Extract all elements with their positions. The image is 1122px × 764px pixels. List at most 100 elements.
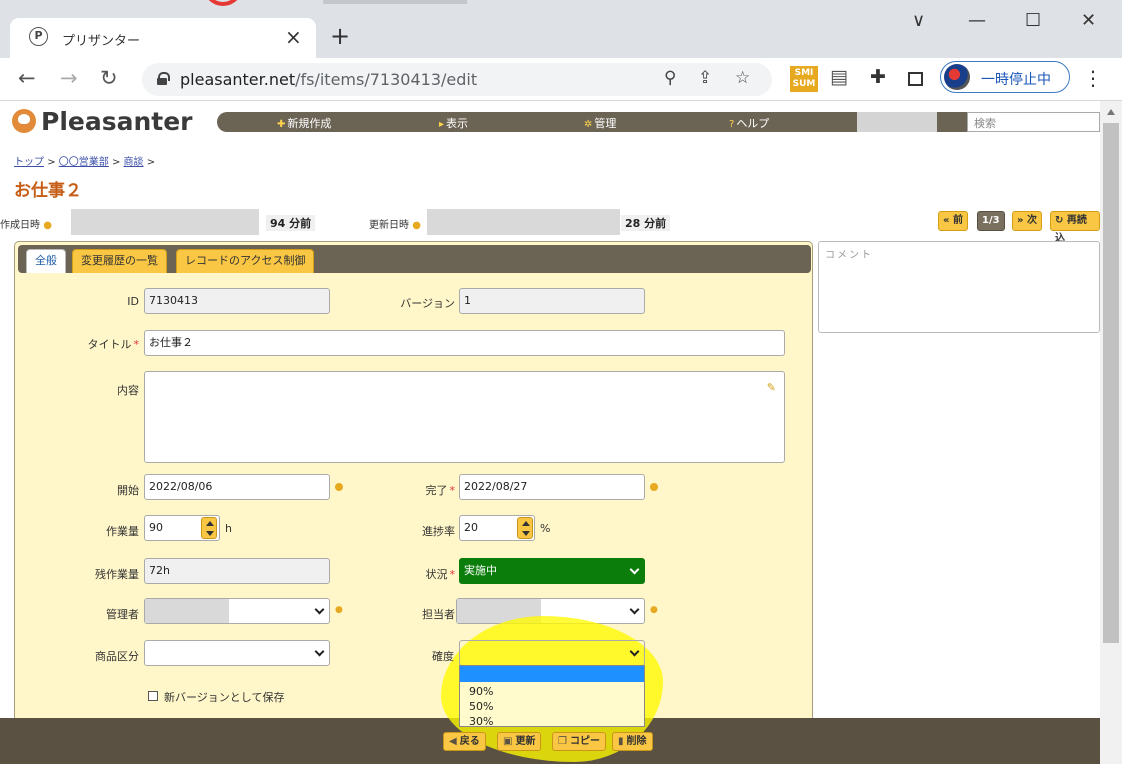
smi-extension-icon[interactable]: SMI SUM — [790, 66, 818, 92]
title-input[interactable]: お仕事２ — [144, 330, 785, 356]
id-field: 7130413 — [144, 288, 330, 314]
certainty-option-90[interactable]: 90% — [460, 685, 644, 699]
certainty-select[interactable] — [459, 640, 645, 666]
maximize-icon[interactable]: ☐ — [1025, 10, 1041, 31]
clock-icon[interactable] — [335, 483, 343, 491]
url-text: pleasanter.net/fs/items/7130413/edit — [180, 70, 478, 89]
title-label: タイトル * — [87, 338, 140, 351]
status-label: 状況 * — [425, 568, 456, 581]
updated-by-redacted — [427, 209, 620, 235]
new-version-label: 新バージョンとして保存 — [164, 691, 285, 704]
menu-view[interactable]: ▸ 表示 — [439, 115, 468, 131]
triangle-icon: ▸ — [439, 119, 445, 130]
delete-button[interactable]: ▮ 削除 — [612, 732, 653, 751]
close-window-icon[interactable]: ✕ — [1081, 10, 1096, 31]
comment-textarea[interactable]: コメント — [818, 241, 1100, 333]
browser-tabstrip: P プリザンター × + ∨ — ☐ ✕ — [0, 0, 1122, 58]
certainty-option-50[interactable]: 50% — [460, 700, 644, 714]
reload-icon[interactable]: ↻ — [100, 66, 118, 90]
bookmark-star-icon[interactable]: ☆ — [735, 68, 750, 88]
work-stepper[interactable] — [201, 517, 217, 539]
share-icon[interactable]: ⇪ — [698, 68, 712, 88]
page-title: お仕事２ — [14, 181, 82, 201]
profile-button[interactable]: 一時停止中 — [940, 61, 1070, 93]
certainty-dropdown-list[interactable]: 90% 50% 30% — [459, 665, 645, 729]
complete-date-input[interactable]: 2022/08/27 — [459, 474, 645, 500]
breadcrumb: トップ > 〇〇営業部 > 商談 > — [14, 157, 156, 168]
menu-user-redacted — [857, 112, 937, 132]
address-bar[interactable]: pleasanter.net/fs/items/7130413/edit ⚲ ⇪… — [142, 63, 772, 96]
back-icon[interactable]: ← — [18, 66, 36, 90]
new-version-checkbox[interactable] — [148, 691, 158, 701]
clock-icon[interactable] — [650, 483, 658, 491]
owner-label: 担当者 — [422, 608, 455, 621]
menu-new[interactable]: ✚ 新規作成 — [277, 115, 331, 131]
scroll-thumb[interactable] — [1103, 123, 1119, 643]
tab-access-control[interactable]: レコードのアクセス制御 — [176, 249, 315, 273]
created-label: 作成日時 ● — [0, 220, 52, 231]
menu-help[interactable]: ? ヘルプ — [729, 115, 769, 131]
user-icon[interactable]: ● — [650, 605, 658, 615]
progress-stepper[interactable] — [517, 517, 533, 539]
search-placeholder: 検索 — [974, 117, 996, 130]
extensions-puzzle-icon[interactable]: ✚ — [870, 66, 886, 88]
record-tabs: 全般 変更履歴の一覧 レコードのアクセス制御 — [18, 245, 811, 273]
work-label: 作業量 — [106, 525, 139, 538]
back-button[interactable]: ◀ 戻る — [443, 732, 486, 751]
copy-button[interactable]: ❐ コピー — [552, 732, 606, 751]
scroll-up-icon[interactable] — [1107, 109, 1115, 115]
body-textarea[interactable]: ✎ — [144, 371, 785, 463]
chevron-down-icon — [629, 564, 640, 575]
close-tab-icon[interactable]: × — [285, 25, 302, 49]
zoom-icon[interactable]: ⚲ — [664, 68, 676, 88]
search-input[interactable]: 検索 — [967, 112, 1100, 132]
status-select[interactable]: 実施中 — [459, 558, 645, 584]
copy-icon: ❐ — [558, 736, 567, 747]
user-icon: ● — [43, 220, 52, 231]
update-button[interactable]: ▣ 更新 — [497, 732, 542, 751]
certainty-label: 確度 — [432, 650, 454, 663]
prev-record-button[interactable]: « 前 — [938, 211, 968, 231]
background-tab-hint — [323, 0, 467, 4]
user-icon[interactable]: ● — [335, 605, 343, 615]
certainty-option-30[interactable]: 30% — [460, 715, 644, 729]
pleasanter-logo[interactable]: Pleasanter — [12, 106, 193, 136]
tab-history[interactable]: 変更履歴の一覧 — [72, 249, 167, 273]
browser-tab[interactable]: P プリザンター × — [10, 18, 316, 58]
pleasanter-logo-icon — [12, 109, 36, 133]
comment-placeholder: コメント — [825, 250, 873, 261]
notes-extension-icon[interactable]: ▤ — [830, 66, 848, 88]
browser-menu-icon[interactable]: ⋮ — [1083, 66, 1103, 90]
minimize-icon[interactable]: — — [968, 10, 986, 31]
new-tab-icon[interactable]: + — [330, 22, 350, 50]
tab-search-chevron-icon[interactable]: ∨ — [912, 10, 925, 31]
remaining-field: 72h — [144, 558, 330, 584]
side-panel-icon[interactable] — [908, 72, 923, 86]
breadcrumb-category[interactable]: 商談 — [124, 157, 144, 168]
created-ago: 94 分前 — [266, 215, 316, 231]
browser-toolbar: ← → ↻ pleasanter.net/fs/items/7130413/ed… — [0, 58, 1122, 101]
save-icon: ▣ — [503, 736, 513, 747]
main-menu: ✚ 新規作成 ▸ 表示 ✲ 管理 ? ヘルプ — [217, 112, 857, 132]
forward-icon[interactable]: → — [60, 66, 78, 90]
start-date-input[interactable]: 2022/08/06 — [144, 474, 330, 500]
product-select[interactable] — [144, 640, 330, 666]
chevron-down-icon — [629, 604, 640, 615]
version-field: 1 — [459, 288, 645, 314]
page-scrollbar[interactable] — [1100, 101, 1122, 764]
start-label: 開始 — [117, 484, 139, 497]
created-by-redacted — [71, 209, 259, 235]
updated-label: 更新日時 ● — [369, 220, 421, 231]
manager-select[interactable] — [144, 598, 330, 624]
breadcrumb-dept[interactable]: 〇〇営業部 — [59, 157, 109, 168]
certainty-option-empty[interactable] — [460, 666, 644, 682]
pencil-icon[interactable]: ✎ — [767, 376, 776, 400]
tab-general[interactable]: 全般 — [26, 249, 66, 273]
pleasanter-favicon-icon: P — [29, 27, 48, 46]
next-record-button[interactable]: » 次 — [1012, 211, 1042, 231]
reload-record-button[interactable]: ↻ 再読込 — [1050, 211, 1100, 244]
red-annotation-mark — [203, 0, 243, 6]
menu-manage[interactable]: ✲ 管理 — [584, 115, 616, 131]
updated-ago: 28 分前 — [621, 215, 671, 231]
breadcrumb-top[interactable]: トップ — [14, 157, 44, 168]
